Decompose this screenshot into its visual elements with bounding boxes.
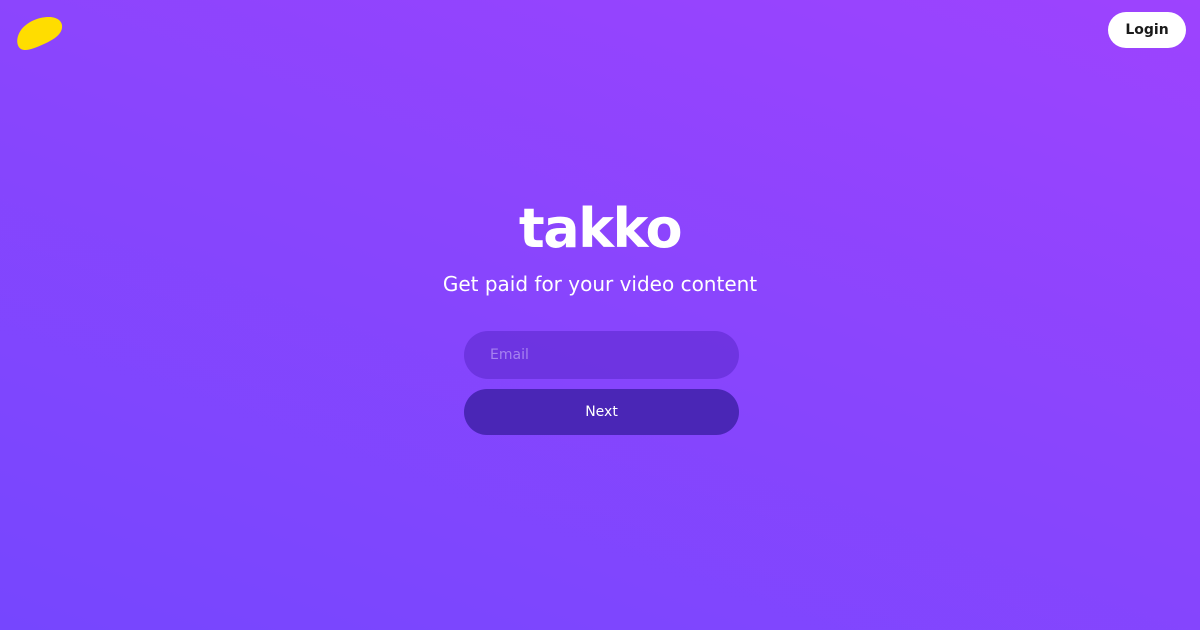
email-field[interactable] <box>464 331 739 379</box>
tagline: Get paid for your video content <box>442 272 758 296</box>
brand-wordmark: takko <box>518 197 683 260</box>
logo-blob-icon[interactable] <box>16 16 64 52</box>
login-button[interactable]: Login <box>1108 12 1186 48</box>
next-button[interactable]: Next <box>464 389 739 435</box>
